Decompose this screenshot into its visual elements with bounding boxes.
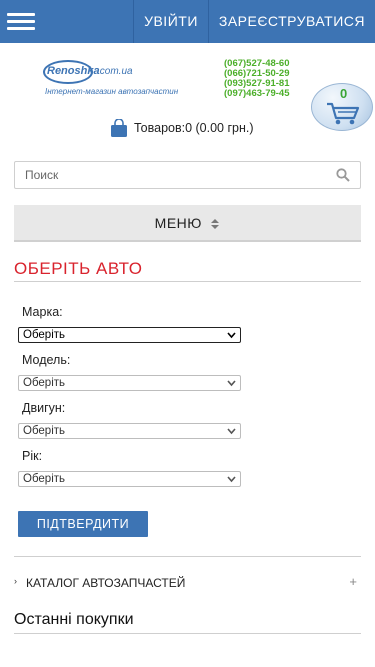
- year-label: Рік:: [22, 449, 43, 463]
- engine-select[interactable]: Оберіть: [18, 423, 241, 439]
- search-box: [14, 161, 361, 189]
- search-icon[interactable]: [336, 168, 350, 182]
- divider: [14, 633, 361, 634]
- divider: [14, 556, 361, 557]
- account-links: УВІЙТИ ЗАРЕЄСТРУВАТИСЯ: [133, 0, 375, 43]
- year-select-value: Оберіть: [23, 473, 66, 485]
- year-select[interactable]: Оберіть: [18, 471, 241, 487]
- chevron-down-icon: [227, 428, 236, 435]
- site-logo[interactable]: Renoshka .com.ua Інтернет-магазин автоза…: [43, 58, 193, 98]
- register-link[interactable]: ЗАРЕЄСТРУВАТИСЯ: [207, 0, 375, 43]
- catalog-toggle[interactable]: › КАТАЛОГ АВТОЗАПЧАСТЕЙ +: [14, 574, 361, 593]
- model-select[interactable]: Оберіть: [18, 375, 241, 391]
- logo-tagline: Інтернет-магазин автозапчастин: [45, 87, 179, 96]
- menu-toggle[interactable]: МЕНЮ: [14, 205, 361, 242]
- engine-select-value: Оберіть: [23, 425, 66, 437]
- expand-plus-icon[interactable]: +: [349, 574, 357, 589]
- cart-button[interactable]: 0: [311, 83, 373, 131]
- model-select-value: Оберіть: [23, 377, 66, 389]
- model-label: Модель:: [22, 353, 71, 367]
- menu-label: МЕНЮ: [154, 215, 202, 231]
- phone-list: (067)527-48-60 (066)721-50-29 (093)527-9…: [224, 59, 290, 99]
- login-link[interactable]: УВІЙТИ: [133, 0, 208, 43]
- top-navbar: УВІЙТИ ЗАРЕЄСТРУВАТИСЯ: [0, 0, 375, 43]
- chevron-down-icon: [227, 380, 236, 387]
- search-input[interactable]: [15, 162, 315, 188]
- cart-summary[interactable]: Товаров:0 (0.00 грн.): [110, 117, 254, 139]
- cart-count: 0: [340, 86, 348, 101]
- make-select[interactable]: Оберіть: [18, 327, 241, 343]
- chevron-down-icon: [227, 332, 236, 339]
- chevron-right-icon: ›: [14, 576, 17, 586]
- divider: [14, 281, 361, 282]
- choose-car-title: ОБЕРІТЬ АВТО: [14, 259, 143, 278]
- shopping-cart-icon: [327, 102, 360, 125]
- logo-name: Renoshka: [47, 65, 100, 77]
- phone-number[interactable]: (097)463-79-45: [224, 89, 290, 99]
- hamburger-menu-icon[interactable]: [7, 13, 35, 30]
- confirm-button[interactable]: ПІДТВЕРДИТИ: [18, 511, 148, 537]
- make-label: Марка:: [22, 305, 63, 319]
- engine-label: Двигун:: [22, 401, 66, 415]
- make-select-value: Оберіть: [23, 329, 66, 341]
- recent-purchases-title: Останні покупки: [14, 611, 134, 628]
- logo-domain: .com.ua: [97, 66, 133, 77]
- sort-arrows-icon: [211, 219, 220, 230]
- cart-summary-text: Товаров:0 (0.00 грн.): [134, 121, 254, 135]
- catalog-label: КАТАЛОГ АВТОЗАПЧАСТЕЙ: [26, 576, 186, 590]
- shopping-bag-icon: [111, 119, 127, 137]
- chevron-down-icon: [227, 476, 236, 483]
